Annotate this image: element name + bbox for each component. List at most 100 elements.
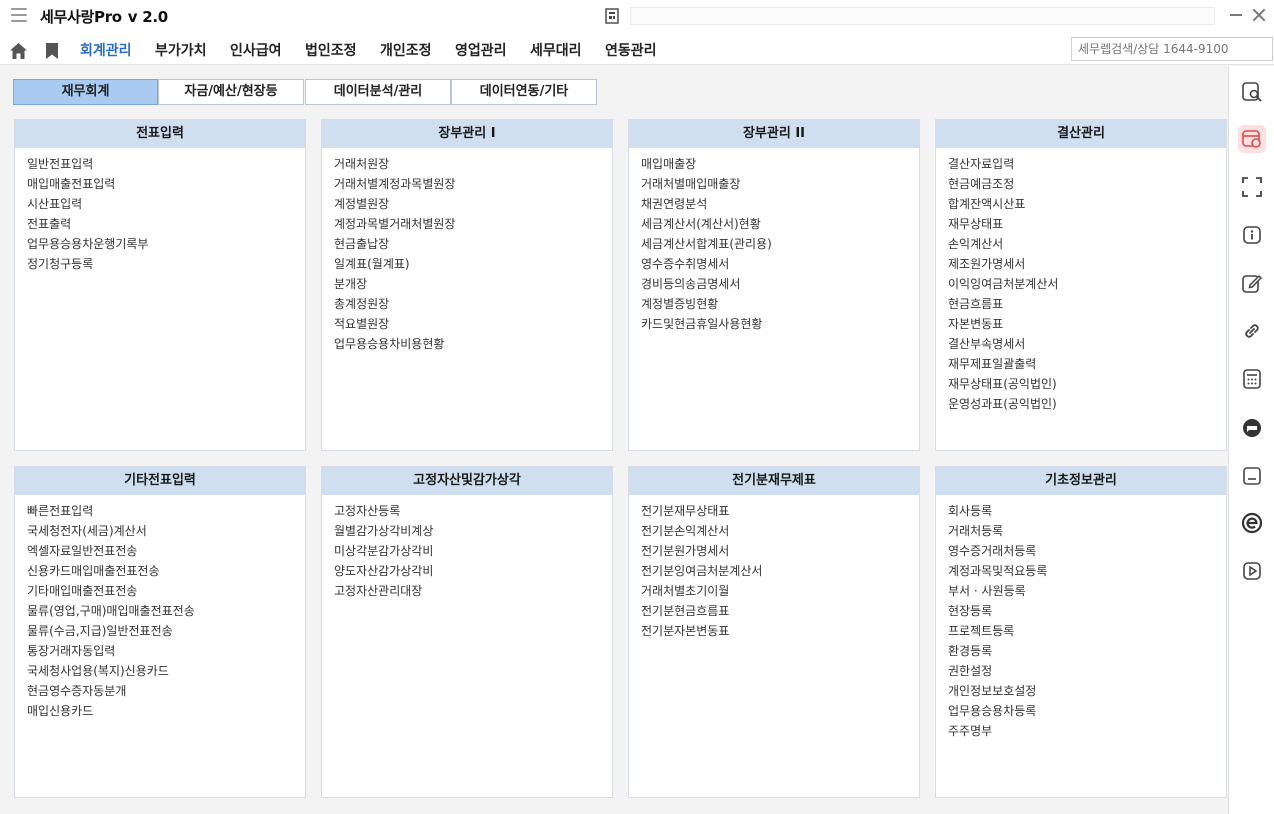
list-item[interactable]: 통장거래자동입력 [27, 641, 293, 661]
close-icon[interactable] [1252, 8, 1266, 22]
tab-data-integration[interactable]: 데이터연동/기타 [451, 79, 597, 105]
list-item[interactable]: 기타매입매출전표전송 [27, 581, 293, 601]
list-item[interactable]: 세금계산서합계표(관리용) [641, 234, 907, 254]
title-search-field[interactable] [630, 7, 1215, 25]
minimize-icon[interactable] [1230, 14, 1242, 16]
list-item[interactable]: 현금예금조정 [948, 174, 1214, 194]
info-icon[interactable] [1238, 221, 1266, 249]
chat-icon[interactable] [1238, 414, 1266, 442]
list-item[interactable]: 계정과목및적요등록 [948, 561, 1214, 581]
tab-financial-accounting[interactable]: 재무회계 [13, 79, 158, 105]
list-item[interactable]: 전기분원가명세서 [641, 541, 907, 561]
list-item[interactable]: 환경등록 [948, 641, 1214, 661]
list-item[interactable]: 전기분재무상태표 [641, 501, 907, 521]
edit-icon[interactable] [1238, 269, 1266, 297]
list-item[interactable]: 현금영수증자동분개 [27, 681, 293, 701]
list-item[interactable]: 영수증수취명세서 [641, 254, 907, 274]
list-item[interactable]: 정기청구등록 [27, 254, 293, 274]
list-item[interactable]: 미상각분감가상각비 [334, 541, 600, 561]
menu-integration[interactable]: 연동관리 [605, 40, 657, 60]
list-item[interactable]: 총계정원장 [334, 294, 600, 314]
e-icon[interactable] [1238, 509, 1266, 537]
list-item[interactable]: 전표출력 [27, 214, 293, 234]
list-item[interactable]: 신용카드매입매출전표전송 [27, 561, 293, 581]
list-item[interactable]: 채권연령분석 [641, 194, 907, 214]
list-item[interactable]: 경비등의송금명세서 [641, 274, 907, 294]
list-item[interactable]: 거래처등록 [948, 521, 1214, 541]
list-item[interactable]: 분개장 [334, 274, 600, 294]
list-item[interactable]: 매입신용카드 [27, 701, 293, 721]
list-item[interactable]: 재무상태표 [948, 214, 1214, 234]
hamburger-menu-icon[interactable] [11, 8, 27, 22]
fullscreen-icon[interactable] [1238, 173, 1266, 201]
list-item[interactable]: 주주명부 [948, 721, 1214, 741]
list-item[interactable]: 국세청사업용(복지)신용카드 [27, 661, 293, 681]
list-item[interactable]: 거래처별계정과목별원장 [334, 174, 600, 194]
list-item[interactable]: 엑셀자료일반전표전송 [27, 541, 293, 561]
list-item[interactable]: 계정과목별거래처별원장 [334, 214, 600, 234]
list-item[interactable]: 업무용승용차등록 [948, 701, 1214, 721]
list-item[interactable]: 현금출납장 [334, 234, 600, 254]
list-item[interactable]: 업무용승용차운행기록부 [27, 234, 293, 254]
list-item[interactable]: 회사등록 [948, 501, 1214, 521]
list-item[interactable]: 전기분현금흐름표 [641, 601, 907, 621]
list-item[interactable]: 적요별원장 [334, 314, 600, 334]
list-item[interactable]: 전기분손익계산서 [641, 521, 907, 541]
list-item[interactable]: 일계표(월계표) [334, 254, 600, 274]
list-item[interactable]: 고정자산관리대장 [334, 581, 600, 601]
play-icon[interactable] [1238, 557, 1266, 585]
list-item[interactable]: 월별감가상각비계상 [334, 521, 600, 541]
list-item[interactable]: 일반전표입력 [27, 154, 293, 174]
list-item[interactable]: 전기분자본변동표 [641, 621, 907, 641]
list-item[interactable]: 매입매출장 [641, 154, 907, 174]
list-item[interactable]: 고정자산등록 [334, 501, 600, 521]
search-doc-icon[interactable] [1238, 78, 1266, 106]
bookmark-icon[interactable] [46, 43, 58, 59]
list-item[interactable]: 영수증거래처등록 [948, 541, 1214, 561]
menu-personal-adjustment[interactable]: 개인조정 [380, 40, 432, 60]
list-item[interactable]: 결산부속명세서 [948, 334, 1214, 354]
list-item[interactable]: 현금흐름표 [948, 294, 1214, 314]
list-item[interactable]: 권한설정 [948, 661, 1214, 681]
list-item[interactable]: 물류(수금,지급)일반전표전송 [27, 621, 293, 641]
menu-sales-management[interactable]: 영업관리 [455, 40, 507, 60]
home-icon[interactable] [9, 42, 28, 60]
list-item[interactable]: 카드및현금휴일사용현황 [641, 314, 907, 334]
list-item[interactable]: 전기분잉여금처분계산서 [641, 561, 907, 581]
tab-data-analysis[interactable]: 데이터분석/관리 [305, 79, 451, 105]
help-search-input[interactable] [1071, 37, 1273, 61]
menu-corporate-adjustment[interactable]: 법인조정 [305, 40, 357, 60]
list-item[interactable]: 운영성과표(공익법인) [948, 394, 1214, 414]
document-icon[interactable] [604, 8, 620, 24]
list-item[interactable]: 양도자산감가상각비 [334, 561, 600, 581]
list-item[interactable]: 거래처별초기이월 [641, 581, 907, 601]
list-item[interactable]: 매입매출전표입력 [27, 174, 293, 194]
list-item[interactable]: 제조원가명세서 [948, 254, 1214, 274]
list-item[interactable]: 거래처원장 [334, 154, 600, 174]
list-item[interactable]: 현장등록 [948, 601, 1214, 621]
list-item[interactable]: 합계잔액시산표 [948, 194, 1214, 214]
menu-payroll[interactable]: 인사급여 [230, 40, 282, 60]
list-item[interactable]: 빠른전표입력 [27, 501, 293, 521]
list-item[interactable]: 이익잉여금처분계산서 [948, 274, 1214, 294]
link-icon[interactable] [1238, 317, 1266, 345]
menu-tax-agency[interactable]: 세무대리 [530, 40, 582, 60]
list-item[interactable]: 프로젝트등록 [948, 621, 1214, 641]
list-item[interactable]: 재무상태표(공익법인) [948, 374, 1214, 394]
menu-vat[interactable]: 부가가치 [155, 40, 207, 60]
list-item[interactable]: 시산표입력 [27, 194, 293, 214]
list-item[interactable]: 부서 · 사원등록 [948, 581, 1214, 601]
list-item[interactable]: 계정별증빙현황 [641, 294, 907, 314]
list-item[interactable]: 업무용승용차비용현황 [334, 334, 600, 354]
calendar-icon[interactable] [1238, 125, 1266, 153]
calculator-icon[interactable] [1238, 365, 1266, 393]
list-item[interactable]: 자본변동표 [948, 314, 1214, 334]
list-item[interactable]: 재무제표일괄출력 [948, 354, 1214, 374]
list-item[interactable]: 국세청전자(세금)계산서 [27, 521, 293, 541]
menu-accounting[interactable]: 회계관리 [80, 40, 132, 60]
list-item[interactable]: 개인정보보호설정 [948, 681, 1214, 701]
tab-funds-budget-site[interactable]: 자금/예산/현장등 [158, 79, 304, 105]
list-item[interactable]: 계정별원장 [334, 194, 600, 214]
list-item[interactable]: 손익계산서 [948, 234, 1214, 254]
list-item[interactable]: 결산자료입력 [948, 154, 1214, 174]
